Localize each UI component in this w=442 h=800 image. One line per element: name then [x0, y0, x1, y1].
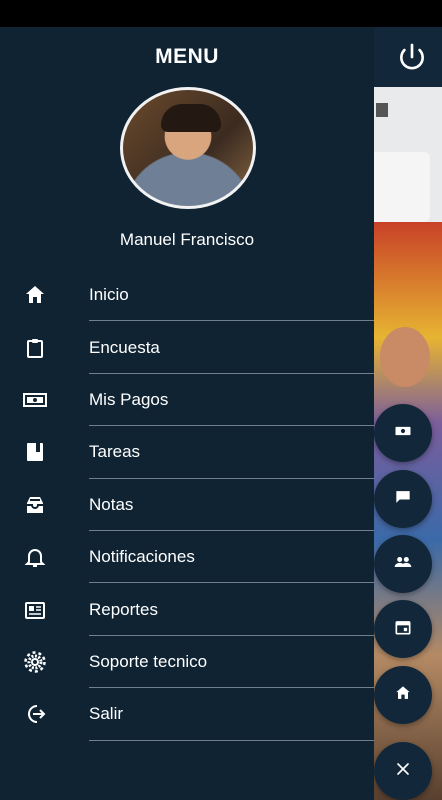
clipboard-icon: [22, 335, 48, 361]
fab-close-button[interactable]: [374, 742, 432, 800]
bell-icon: [22, 544, 48, 570]
gear-icon: [22, 649, 48, 675]
background-photo-figure: [380, 327, 430, 387]
logout-icon: [22, 701, 48, 727]
menu-item-label: Inicio: [89, 285, 129, 305]
status-bar: [0, 0, 442, 27]
divider: [89, 739, 374, 741]
drawer-menu: Inicio Encuesta Mis Pagos Tareas Notas N…: [0, 269, 374, 741]
menu-item-mis-pagos[interactable]: Mis Pagos: [0, 374, 374, 427]
home-icon: [22, 282, 48, 308]
drawer-title: MENU: [155, 45, 219, 68]
newspaper-icon: [22, 597, 48, 623]
money-icon: [22, 387, 48, 413]
money-icon: [393, 421, 413, 446]
chat-icon: [393, 487, 413, 512]
menu-item-inicio[interactable]: Inicio: [0, 269, 374, 322]
close-icon: [393, 759, 413, 784]
avatar[interactable]: [120, 87, 256, 209]
fab-home-button[interactable]: [374, 666, 432, 724]
menu-item-label: Salir: [89, 704, 124, 724]
menu-item-encuesta[interactable]: Encuesta: [0, 321, 374, 374]
fab-calendar-button[interactable]: [374, 600, 432, 658]
menu-item-salir[interactable]: Salir: [0, 688, 374, 741]
menu-item-tareas[interactable]: Tareas: [0, 426, 374, 479]
menu-item-notificaciones[interactable]: Notificaciones: [0, 531, 374, 584]
power-icon[interactable]: [396, 41, 428, 73]
menu-item-notas[interactable]: Notas: [0, 479, 374, 531]
fab-money-button[interactable]: [374, 404, 432, 462]
menu-item-label: Reportes: [89, 599, 158, 619]
menu-item-label: Encuesta: [89, 337, 160, 357]
fab-chat-button[interactable]: [374, 470, 432, 528]
people-icon: [393, 552, 413, 577]
pdf-icon: [376, 103, 388, 117]
menu-item-reportes[interactable]: Reportes: [0, 583, 374, 636]
home-icon: [393, 683, 413, 708]
calendar-icon: [393, 617, 413, 642]
fab-people-button[interactable]: [374, 535, 432, 593]
user-name: Manuel Francisco: [119, 230, 255, 249]
menu-item-label: Soporte tecnico: [89, 651, 208, 671]
inbox-icon: [22, 492, 48, 518]
menu-item-label: Notas: [89, 494, 134, 514]
menu-item-label: Mis Pagos: [89, 389, 169, 409]
menu-item-label: Tareas: [89, 442, 141, 462]
menu-item-label: Notificaciones: [89, 547, 195, 567]
book-icon: [22, 439, 48, 465]
navigation-drawer: MENU Manuel Francisco Inicio Encuesta Mi…: [0, 27, 374, 800]
menu-item-soporte-tecnico[interactable]: Soporte tecnico: [0, 636, 374, 689]
